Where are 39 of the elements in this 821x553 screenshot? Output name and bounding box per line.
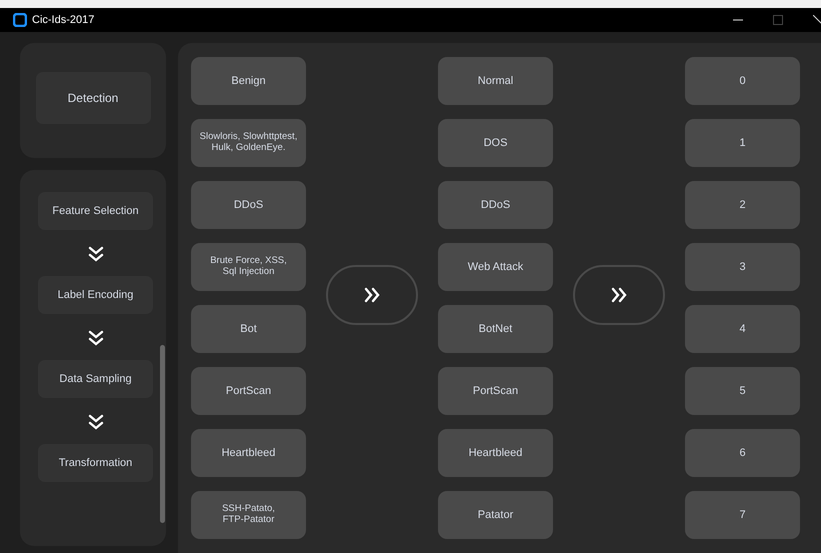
scrollbar[interactable] [160,345,165,523]
double-chevron-down-icon [88,330,104,346]
detection-button[interactable]: Detection [36,72,150,124]
attack-label-button[interactable]: Benign [191,57,306,105]
attack-label-button[interactable]: Brute Force, XSS, Sql Injection [191,243,306,291]
code-button[interactable]: 3 [685,243,800,291]
double-chevron-down-icon [88,246,104,262]
code-button[interactable]: 6 [685,429,800,477]
maximize-icon[interactable] [773,15,783,25]
attack-label-button[interactable]: PortScan [191,367,306,415]
category-button[interactable]: Heartbleed [438,429,553,477]
attack-label-button[interactable]: Heartbleed [191,429,306,477]
category-button[interactable]: DDoS [438,181,553,229]
pipeline-step-button[interactable]: Transformation [38,444,153,482]
code-button[interactable]: 1 [685,119,800,167]
category-button[interactable]: Web Attack [438,243,553,291]
category-button[interactable]: Patator [438,491,553,539]
category-button[interactable]: PortScan [438,367,553,415]
attack-label-button[interactable]: Slowloris, Slowhttptest, Hulk, GoldenEye. [191,119,306,167]
attack-label-button[interactable]: Bot [191,305,306,353]
code-button[interactable]: 2 [685,181,800,229]
attack-label-button[interactable]: DDoS [191,181,306,229]
pipeline-step-button[interactable]: Feature Selection [38,192,153,230]
double-chevron-right-icon [611,287,627,303]
category-button[interactable]: Normal [438,57,553,105]
attack-label-button[interactable]: SSH-Patato, FTP-Patator [191,491,306,539]
category-button[interactable]: BotNet [438,305,553,353]
app-icon [13,13,27,27]
double-chevron-right-icon [364,287,380,303]
code-button[interactable]: 5 [685,367,800,415]
pipeline-step-button[interactable]: Data Sampling [38,360,153,398]
code-button[interactable]: 7 [685,491,800,539]
pipeline-step-button[interactable]: Label Encoding [38,276,153,314]
window-title: Cic-Ids-2017 [32,14,94,26]
category-button[interactable]: DOS [438,119,553,167]
double-chevron-down-icon [88,414,104,430]
code-button[interactable]: 0 [685,57,800,105]
code-button[interactable]: 4 [685,305,800,353]
close-icon[interactable] [813,15,821,25]
